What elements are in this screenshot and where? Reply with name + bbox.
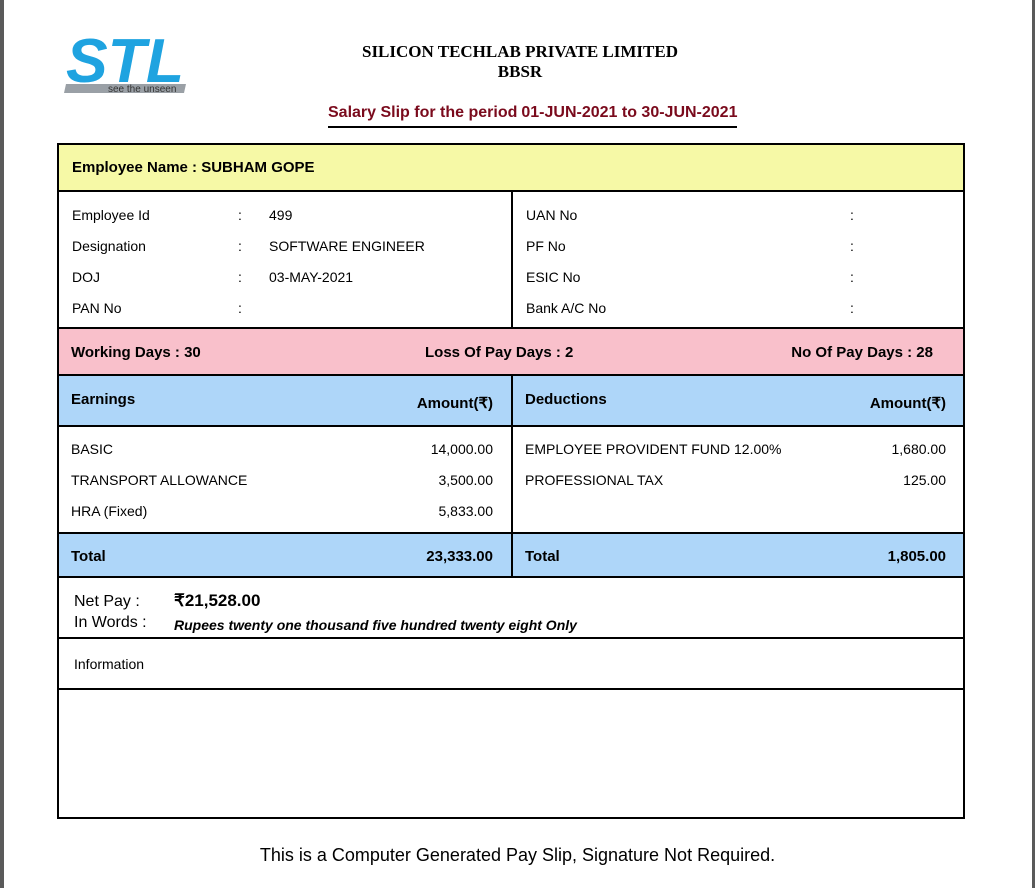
viewer-edge-left <box>0 0 4 888</box>
in-words-label: In Words : <box>74 614 147 631</box>
employee-name-label: Employee Name : <box>72 159 198 176</box>
earnings-header: Earnings <box>71 391 136 408</box>
net-pay-section: Net Pay : ₹21,528.00 In Words : Rupees t… <box>59 578 963 639</box>
net-pay-value: ₹21,528.00 <box>174 591 261 610</box>
company-name: SILICON TECHLAB PRIVATE LIMITED <box>361 42 678 61</box>
earnings-amount-header: Amount(₹) <box>416 395 493 412</box>
detail-label: Designation <box>72 238 146 254</box>
working-days: Working Days : 30 <box>71 344 201 361</box>
company-logo: STL see the unseen <box>60 27 190 98</box>
deductions-amount-header: Amount(₹) <box>869 395 946 412</box>
detail-separator: : <box>238 269 242 285</box>
deductions-header: Deductions <box>525 391 607 408</box>
stl-logo-mark: STL see the unseen <box>64 27 186 96</box>
detail-value-designation: SOFTWARE ENGINEER <box>269 238 425 254</box>
earning-item: HRA (Fixed) <box>71 503 148 519</box>
detail-label: DOJ <box>72 269 100 285</box>
slip-title-label: Salary Slip for the period <box>328 104 518 121</box>
earnings-total: 23,333.00 <box>426 548 493 565</box>
detail-separator: : <box>238 300 242 316</box>
earnings-total-label: Total <box>71 548 106 565</box>
employee-name: SUBHAM GOPE <box>201 159 315 176</box>
detail-separator: : <box>850 238 854 254</box>
detail-value-employee-id: 499 <box>269 207 293 223</box>
salary-slip-table: Employee Name : SUBHAM GOPE Employee Id … <box>57 143 965 819</box>
deduction-item: PROFESSIONAL TAX <box>525 472 664 488</box>
earning-amount: 5,833.00 <box>438 503 494 519</box>
detail-separator: : <box>850 269 854 285</box>
detail-separator: : <box>238 207 242 223</box>
logo-tagline: see the unseen <box>108 84 176 95</box>
detail-label: Employee Id <box>72 207 150 223</box>
information-row: Information <box>59 639 963 690</box>
pay-days: No Of Pay Days : 28 <box>791 344 933 361</box>
detail-separator: : <box>850 207 854 223</box>
deductions-total-label: Total <box>525 548 560 565</box>
detail-value-doj: 03-MAY-2021 <box>269 269 354 285</box>
slip-period-title: Salary Slip for the period 01-JUN-2021 to… <box>328 104 738 128</box>
detail-label: UAN No <box>526 207 578 223</box>
company-header: SILICON TECHLAB PRIVATE LIMITED BBSR <box>300 42 740 82</box>
attendance-row: Working Days : 30 Loss Of Pay Days : 2 N… <box>59 329 963 376</box>
earning-amount: 3,500.00 <box>438 472 494 488</box>
employee-name-row: Employee Name : SUBHAM GOPE <box>59 145 963 192</box>
loss-of-pay-days: Loss Of Pay Days : 2 <box>425 344 574 361</box>
detail-separator: : <box>238 238 242 254</box>
deduction-amount: 1,680.00 <box>891 441 947 457</box>
earning-item: TRANSPORT ALLOWANCE <box>71 472 248 488</box>
net-pay-label: Net Pay : <box>74 593 140 610</box>
detail-label: PF No <box>526 238 566 254</box>
deduction-amount: 125.00 <box>903 472 946 488</box>
detail-separator: : <box>850 300 854 316</box>
information-label: Information <box>74 656 145 672</box>
detail-label: PAN No <box>72 300 122 316</box>
deduction-item: EMPLOYEE PROVIDENT FUND 12.00% <box>525 441 782 457</box>
net-pay-in-words: Rupees twenty one thousand five hundred … <box>174 617 577 633</box>
footer-note: This is a Computer Generated Pay Slip, S… <box>259 845 776 865</box>
payslip-page: STL see the unseen SILICON TECHLAB PRIVA… <box>0 0 1035 888</box>
slip-period: 01-JUN-2021 to 30-JUN-2021 <box>521 104 738 121</box>
deductions-total: 1,805.00 <box>887 548 946 565</box>
earning-item: BASIC <box>71 441 114 457</box>
company-location: BBSR <box>497 62 543 81</box>
detail-label: Bank A/C No <box>526 300 607 316</box>
earnings-deductions-divider <box>511 376 513 578</box>
earning-amount: 14,000.00 <box>430 441 493 457</box>
employee-details: Employee Id : 499 Designation : SOFTWARE… <box>59 192 963 329</box>
detail-label: ESIC No <box>526 269 581 285</box>
details-divider <box>511 192 513 329</box>
